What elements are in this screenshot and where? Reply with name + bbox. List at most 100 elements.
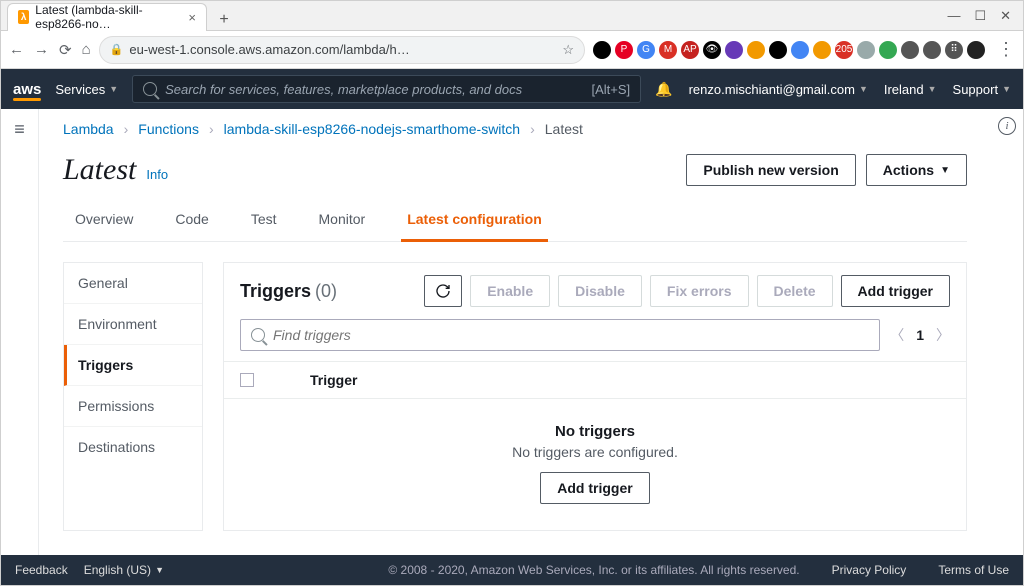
caret-down-icon: ▼	[109, 84, 118, 94]
caret-down-icon: ▼	[155, 565, 164, 575]
tab-code[interactable]: Code	[169, 201, 214, 241]
lock-icon: 🔒	[110, 43, 124, 56]
forward-icon[interactable]: →	[34, 41, 49, 59]
home-icon[interactable]: ⌂	[82, 41, 91, 59]
chevron-right-icon: ›	[209, 121, 214, 137]
caret-down-icon: ▼	[940, 165, 950, 176]
extension-icon[interactable]	[879, 41, 897, 59]
aws-search-input[interactable]: Search for services, features, marketpla…	[132, 75, 641, 103]
breadcrumb-link[interactable]: lambda-skill-esp8266-nodejs-smarthome-sw…	[224, 121, 520, 137]
empty-add-trigger-button[interactable]: Add trigger	[540, 472, 649, 504]
maximize-icon[interactable]: ☐	[974, 8, 986, 24]
empty-subtitle: No triggers are configured.	[224, 444, 966, 460]
info-link[interactable]: Info	[146, 167, 168, 182]
tab-overview[interactable]: Overview	[69, 201, 139, 241]
disable-button: Disable	[558, 275, 642, 307]
filter-input[interactable]	[273, 327, 869, 343]
caret-down-icon: ▼	[928, 84, 937, 94]
extension-icon[interactable]: AP	[681, 41, 699, 59]
next-page-icon[interactable]: 〉	[936, 325, 950, 345]
sidenav-item-general[interactable]: General	[64, 263, 202, 304]
extension-icon[interactable]	[813, 41, 831, 59]
sidenav-item-environment[interactable]: Environment	[64, 304, 202, 345]
extension-icon[interactable]: ⠿	[945, 41, 963, 59]
extension-icon[interactable]	[769, 41, 787, 59]
breadcrumb-current: Latest	[545, 121, 583, 137]
chevron-right-icon: ›	[530, 121, 535, 137]
add-trigger-button[interactable]: Add trigger	[841, 275, 950, 307]
caret-down-icon: ▼	[1002, 84, 1011, 94]
page-number: 1	[916, 327, 924, 343]
url-input[interactable]: 🔒 eu-west-1.console.aws.amazon.com/lambd…	[99, 36, 585, 64]
sidenav-item-permissions[interactable]: Permissions	[64, 386, 202, 427]
star-icon[interactable]: ☆	[562, 42, 574, 58]
extension-icon[interactable]: P	[615, 41, 633, 59]
extension-icon[interactable]	[857, 41, 875, 59]
search-icon	[143, 82, 157, 96]
extension-icon[interactable]	[725, 41, 743, 59]
breadcrumb-link[interactable]: Functions	[138, 121, 199, 137]
info-panel-icon[interactable]: i	[998, 117, 1016, 135]
new-tab-button[interactable]: +	[213, 9, 235, 31]
hamburger-icon[interactable]: ≡	[14, 119, 25, 140]
fix-errors-button: Fix errors	[650, 275, 749, 307]
panel-title: Triggers (0)	[240, 281, 337, 302]
extension-icon[interactable]: 205	[835, 41, 853, 59]
account-menu[interactable]: renzo.mischianti@gmail.com▼	[689, 82, 868, 97]
config-sidenav: GeneralEnvironmentTriggersPermissionsDes…	[63, 262, 203, 531]
caret-down-icon: ▼	[859, 84, 868, 94]
tab-latest-configuration[interactable]: Latest configuration	[401, 201, 548, 242]
breadcrumb: Lambda › Functions › lambda-skill-esp8266-no…	[63, 121, 967, 137]
sidenav-item-triggers[interactable]: Triggers	[64, 345, 202, 386]
back-icon[interactable]: ←	[9, 41, 24, 59]
search-icon	[251, 328, 265, 342]
extension-icon[interactable]	[967, 41, 985, 59]
close-tab-icon[interactable]: ×	[188, 10, 196, 25]
privacy-link[interactable]: Privacy Policy	[832, 563, 907, 577]
browser-menu-icon[interactable]: ⋮	[997, 39, 1015, 60]
extension-icon[interactable]: G	[637, 41, 655, 59]
actions-button[interactable]: Actions▼	[866, 154, 967, 186]
notifications-icon[interactable]: 🔔	[655, 81, 672, 98]
region-menu[interactable]: Ireland▼	[884, 82, 937, 97]
feedback-link[interactable]: Feedback	[15, 563, 68, 577]
terms-link[interactable]: Terms of Use	[938, 563, 1009, 577]
language-menu[interactable]: English (US)▼	[84, 563, 164, 577]
copyright: © 2008 - 2020, Amazon Web Services, Inc.…	[388, 563, 799, 577]
prev-page-icon[interactable]: 〈	[890, 325, 904, 345]
refresh-button[interactable]	[424, 275, 462, 307]
extension-icon[interactable]	[901, 41, 919, 59]
enable-button: Enable	[470, 275, 550, 307]
aws-footer: Feedback English (US)▼ © 2008 - 2020, Am…	[1, 555, 1023, 585]
breadcrumb-link[interactable]: Lambda	[63, 121, 114, 137]
tab-title: Latest (lambda-skill-esp8266-no…	[35, 3, 182, 31]
browser-tab[interactable]: λ Latest (lambda-skill-esp8266-no… ×	[7, 3, 207, 31]
minimize-icon[interactable]: —	[947, 8, 960, 24]
reload-icon[interactable]: ⟳	[59, 41, 72, 59]
tab-test[interactable]: Test	[245, 201, 283, 241]
extension-icon[interactable]	[791, 41, 809, 59]
pager: 〈 1 〉	[890, 325, 950, 345]
extension-icon[interactable]: 👁	[703, 41, 721, 59]
select-all-checkbox[interactable]	[240, 373, 254, 387]
aws-header: aws Services▼ Search for services, featu…	[1, 69, 1023, 109]
empty-title: No triggers	[224, 423, 966, 440]
extension-icon[interactable]	[923, 41, 941, 59]
page-title: Latest	[63, 153, 136, 187]
extension-icon[interactable]: M	[659, 41, 677, 59]
chevron-right-icon: ›	[124, 121, 129, 137]
sidenav-item-destinations[interactable]: Destinations	[64, 427, 202, 467]
extension-icon[interactable]	[747, 41, 765, 59]
url-text: eu-west-1.console.aws.amazon.com/lambda/…	[129, 42, 409, 57]
tab-monitor[interactable]: Monitor	[313, 201, 372, 241]
filter-input-wrap[interactable]	[240, 319, 880, 351]
support-menu[interactable]: Support▼	[953, 82, 1011, 97]
browser-address-bar: ← → ⟳ ⌂ 🔒 eu-west-1.console.aws.amazon.c…	[1, 31, 1023, 69]
publish-version-button[interactable]: Publish new version	[686, 154, 855, 186]
extension-icon[interactable]	[593, 41, 611, 59]
aws-logo[interactable]: aws	[13, 81, 41, 98]
delete-button: Delete	[757, 275, 833, 307]
services-menu[interactable]: Services▼	[55, 82, 118, 97]
close-window-icon[interactable]: ✕	[1000, 8, 1011, 24]
browser-titlebar: λ Latest (lambda-skill-esp8266-no… × + —…	[1, 1, 1023, 31]
